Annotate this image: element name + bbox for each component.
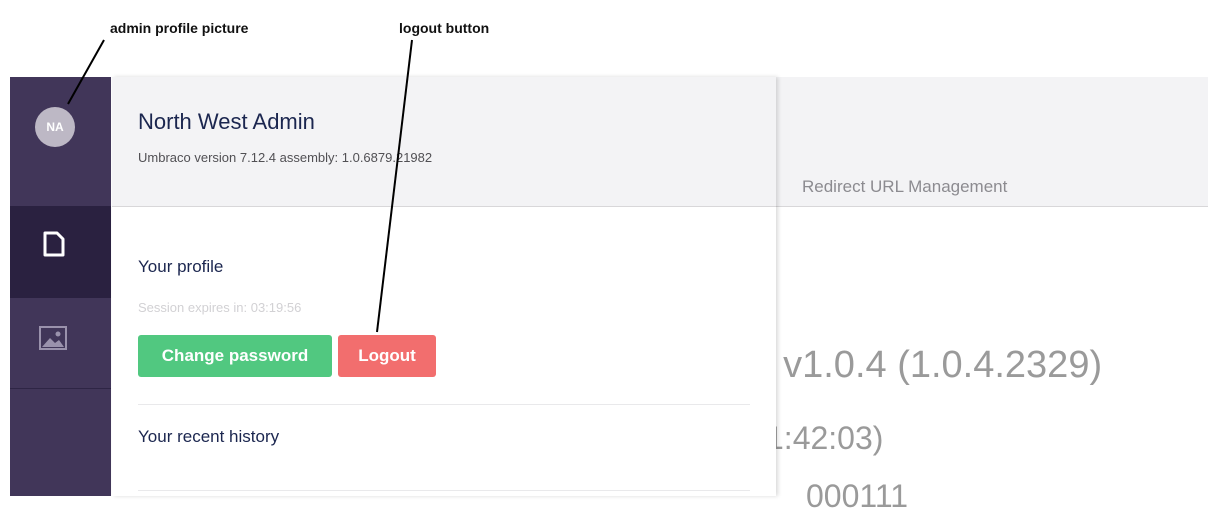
version-info: Umbraco version 7.12.4 assembly: 1.0.687… <box>138 150 433 165</box>
tab-redirect-url-management[interactable]: Redirect URL Management <box>802 177 1007 197</box>
recent-history-heading: Your recent history <box>138 427 280 446</box>
extra-text: 000111 <box>806 478 909 514</box>
annotation-logout-label: logout button <box>399 20 490 36</box>
session-timer: Session expires in: 03:19:56 <box>138 300 302 315</box>
profile-heading: Your profile <box>138 257 224 276</box>
user-panel-header: North West Admin Umbraco version 7.12.4 … <box>112 77 776 207</box>
version-text: : v1.0.4 (1.0.4.2329) <box>762 344 1103 386</box>
change-password-button[interactable]: Change password <box>138 335 332 377</box>
user-panel: North West Admin Umbraco version 7.12.4 … <box>112 77 776 496</box>
avatar[interactable]: NA <box>35 107 75 147</box>
sidebar-divider <box>10 388 111 389</box>
annotation-avatar-label: admin profile picture <box>110 20 249 36</box>
user-name: North West Admin <box>138 109 315 134</box>
image-icon[interactable] <box>38 325 68 356</box>
document-icon[interactable] <box>42 231 66 262</box>
time-text: 1:42:03) <box>766 420 884 456</box>
divider <box>138 490 750 491</box>
logout-button[interactable]: Logout <box>338 335 436 377</box>
divider <box>138 404 750 405</box>
